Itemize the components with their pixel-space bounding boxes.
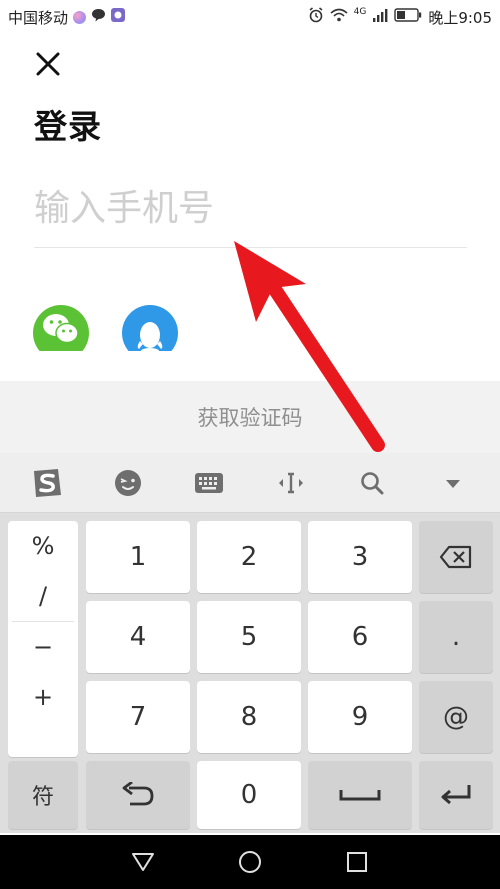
wifi-icon [330, 8, 348, 26]
close-button[interactable] [32, 48, 64, 80]
emoji-button[interactable] [106, 461, 150, 505]
key-7[interactable]: 7 [86, 681, 190, 753]
battery-icon [394, 8, 422, 26]
key-percent[interactable]: % [8, 521, 78, 571]
back-triangle-icon [132, 853, 155, 871]
close-icon [36, 52, 60, 76]
phone-number-input[interactable] [34, 178, 467, 238]
message-bubble-icon [91, 8, 106, 26]
recents-square-icon [346, 852, 367, 872]
app-notification-icon [73, 10, 87, 24]
enter-key[interactable] [419, 761, 493, 829]
key-3[interactable]: 3 [308, 521, 412, 593]
qq-login-button[interactable] [122, 305, 178, 351]
cursor-icon [278, 472, 303, 493]
keyboard-switch-button[interactable] [187, 461, 231, 505]
key-0[interactable]: 0 [197, 761, 301, 829]
input-underline [34, 247, 467, 248]
home-button[interactable] [230, 842, 270, 882]
back-button[interactable] [123, 842, 163, 882]
qq-icon [137, 322, 163, 351]
page-title: 登录 [34, 107, 102, 146]
keyboard-toolbar [0, 453, 500, 513]
get-verification-code-button[interactable]: 获取验证码 [0, 381, 500, 453]
backspace-icon [439, 545, 472, 569]
key-8[interactable]: 8 [197, 681, 301, 753]
space-key[interactable] [308, 761, 412, 829]
cursor-move-button[interactable] [269, 461, 313, 505]
key-5[interactable]: 5 [197, 601, 301, 673]
symbol-column: % / − + [8, 521, 78, 757]
system-navigation-bar [0, 835, 500, 889]
clock-label: 晚上9:05 [428, 8, 492, 27]
symbol-key[interactable]: 符 [8, 761, 78, 829]
key-at[interactable]: @ [419, 681, 493, 753]
status-bar: 中国移动 4G 晚上9:05 [0, 0, 500, 34]
space-icon [339, 790, 381, 801]
keyboard-icon [195, 472, 224, 493]
key-1[interactable]: 1 [86, 521, 190, 593]
collapse-icon [446, 479, 461, 488]
key-4[interactable]: 4 [86, 601, 190, 673]
search-button[interactable] [350, 461, 394, 505]
recents-button[interactable] [337, 842, 377, 882]
sogou-logo-button[interactable] [25, 461, 69, 505]
search-icon [361, 471, 384, 494]
home-circle-icon [238, 851, 261, 873]
key-2[interactable]: 2 [197, 521, 301, 593]
emoji-icon [114, 469, 141, 496]
key-9[interactable]: 9 [308, 681, 412, 753]
key-6[interactable]: 6 [308, 601, 412, 673]
network-type-label: 4G [353, 7, 367, 17]
collapse-keyboard-button[interactable] [431, 461, 475, 505]
undo-key[interactable] [86, 761, 190, 829]
undo-icon [122, 782, 154, 806]
key-plus[interactable]: + [8, 672, 78, 722]
numeric-keyboard: % / − + 1 2 3 4 5 6 . 7 8 9 @ 符 0 [0, 513, 500, 833]
carrier-label: 中国移动 [8, 8, 69, 27]
app-badge-icon [111, 8, 126, 26]
sogou-logo-icon [33, 468, 61, 497]
wechat-login-button[interactable] [33, 305, 89, 351]
enter-icon [441, 785, 471, 805]
key-minus[interactable]: − [8, 622, 78, 672]
signal-icon [372, 8, 388, 26]
key-slash[interactable]: / [8, 571, 78, 621]
wechat-icon [43, 314, 79, 344]
alarm-icon [308, 7, 324, 27]
key-dot[interactable]: . [419, 601, 493, 673]
backspace-key[interactable] [419, 521, 493, 593]
